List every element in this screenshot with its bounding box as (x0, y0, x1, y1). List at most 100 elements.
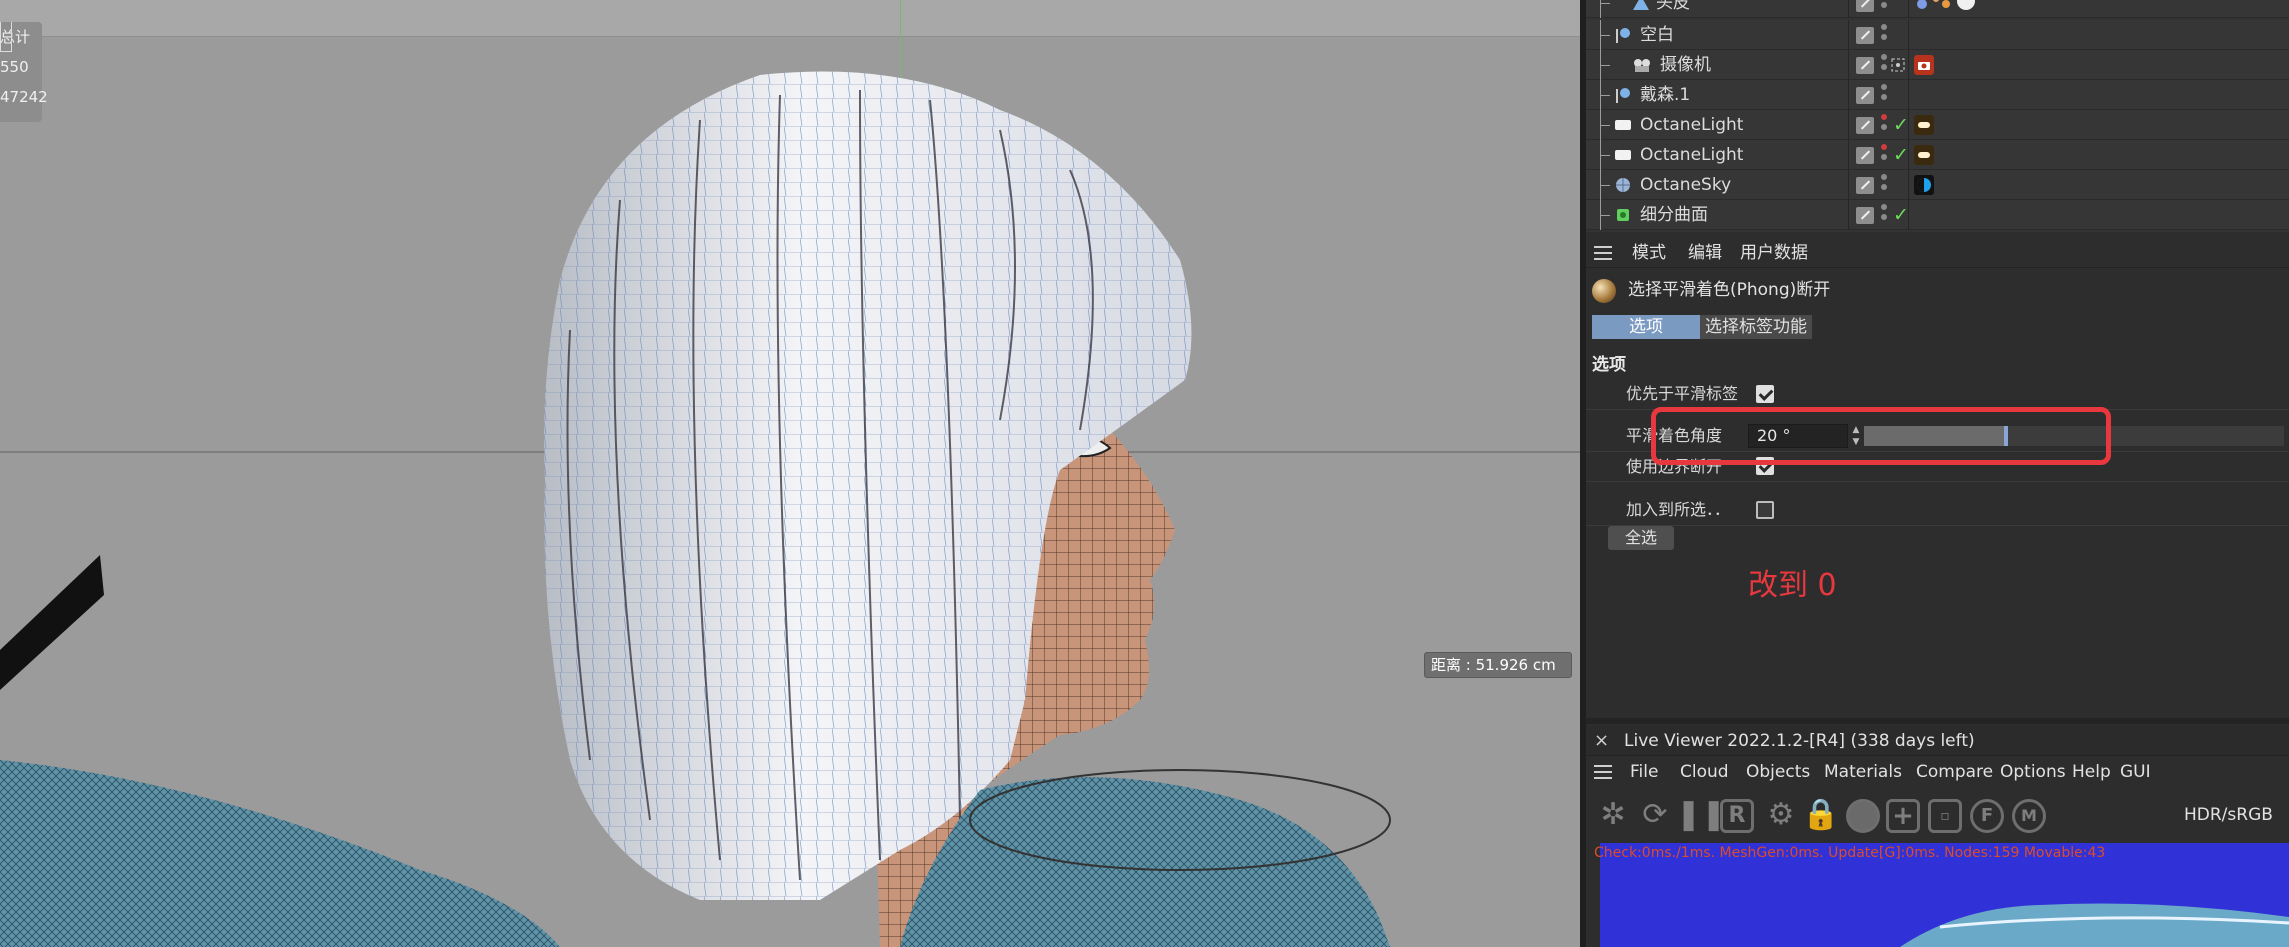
right-panel: 头皮 空白 摄像机 戴森.1 OctaneLight ✓ OctaneLight… (1586, 0, 2289, 947)
menu-materials[interactable]: Materials (1824, 757, 1902, 787)
object-row[interactable]: OctaneLight ✓ (1586, 140, 2289, 170)
send-scene-icon[interactable]: ✲ (1594, 796, 1632, 834)
dock-separator[interactable] (1586, 718, 2289, 724)
edit-toggle-icon[interactable] (1856, 147, 1874, 164)
edit-toggle-icon[interactable] (1856, 27, 1874, 44)
object-row[interactable]: 细分曲面 ✓ (1586, 200, 2289, 230)
hamburger-menu-icon[interactable] (1594, 765, 1612, 779)
close-icon[interactable]: × (1594, 726, 1609, 756)
select-all-button[interactable]: 全选 (1608, 526, 1674, 550)
area-light-icon (1615, 120, 1631, 130)
object-row[interactable]: 空白 (1586, 20, 2289, 50)
prefer-smooth-label: 优先于平滑标签 (1626, 384, 1739, 403)
menu-compare[interactable]: Compare (1916, 757, 1993, 787)
null-object-icon (1616, 28, 1630, 43)
camera-object-icon (1634, 59, 1650, 72)
enabled-check-icon[interactable]: ✓ (1893, 114, 1909, 136)
render-status-text: Check:0ms./1ms. MeshGen:0ms. Update[G]:0… (1594, 845, 2106, 861)
polygon-object-icon (1633, 0, 1649, 10)
add-to-selection-checkbox[interactable] (1756, 501, 1774, 519)
annotation-text: 改到 0 (1748, 568, 1837, 603)
object-name: 摄像机 (1660, 55, 1711, 75)
prefer-smooth-row: 优先于平滑标签 (1586, 378, 2289, 410)
enabled-check-icon[interactable]: ✓ (1893, 144, 1909, 166)
null-object-icon (1616, 88, 1630, 103)
focus-picker-icon[interactable]: F (1970, 799, 2004, 833)
visibility-dots[interactable] (1881, 174, 1889, 196)
edit-toggle-icon[interactable] (1856, 117, 1874, 134)
light-tag-icon[interactable] (1914, 115, 1934, 135)
render-preview-object (1900, 903, 2289, 947)
section-title: 选项 (1592, 355, 1626, 375)
object-name: 戴森.1 (1640, 85, 1691, 105)
subdivision-surface-icon (1617, 209, 1629, 221)
visibility-dots[interactable] (1881, 144, 1889, 166)
menu-options[interactable]: Options (2000, 757, 2066, 787)
add-to-selection-label: 加入到所选．． (1626, 500, 1731, 519)
live-viewer-toolbar: ✲ ⟳ ❚❚ R ⚙ 🔒 + ▫ F M HDR/sRGB (1586, 790, 2289, 840)
camera-tag-icon[interactable] (1914, 55, 1934, 75)
object-name: OctaneSky (1640, 175, 1732, 195)
restart-render-icon[interactable]: ⟳ (1636, 796, 1674, 834)
edit-toggle-icon[interactable] (1856, 177, 1874, 194)
annotation-highlight-box (1651, 407, 2111, 465)
menu-cloud[interactable]: Cloud (1680, 757, 1729, 787)
edit-toggle-icon[interactable] (1856, 87, 1874, 104)
material-preview-icon[interactable] (1846, 799, 1880, 833)
sky-globe-icon (1616, 178, 1630, 192)
edit-toggle-icon[interactable] (1856, 57, 1874, 74)
object-row[interactable]: 头皮 (1586, 0, 2289, 18)
object-row[interactable]: 戴森.1 (1586, 80, 2289, 110)
lock-icon[interactable]: 🔒 (1802, 796, 1840, 834)
pause-icon[interactable]: ❚❚ (1676, 796, 1726, 834)
visibility-dots[interactable] (1881, 84, 1889, 106)
object-row[interactable]: OctaneLight ✓ (1586, 110, 2289, 140)
tree-connector (1594, 50, 1624, 80)
visibility-dots[interactable] (1881, 204, 1889, 226)
live-viewer-render[interactable]: Check:0ms./1ms. MeshGen:0ms. Update[G]:0… (1586, 843, 2289, 947)
tag-header: 选择平滑着色(Phong)断开 (1586, 272, 2289, 312)
object-row[interactable]: OctaneSky (1586, 170, 2289, 200)
prefer-smooth-checkbox[interactable] (1756, 385, 1774, 403)
add-to-selection-row: 加入到所选．． (1586, 494, 2289, 526)
color-mode-selector[interactable]: HDR/sRGB (2184, 796, 2273, 834)
menu-user-data[interactable]: 用户数据 (1740, 238, 1808, 268)
menu-gui[interactable]: GUI (2120, 757, 2151, 787)
visibility-dots[interactable] (1881, 54, 1889, 76)
tab-options[interactable]: 选项 (1592, 315, 1700, 339)
visibility-dots[interactable] (1881, 24, 1889, 46)
edit-toggle-icon[interactable] (1856, 207, 1874, 224)
area-light-icon (1615, 150, 1631, 160)
menu-file[interactable]: File (1630, 757, 1658, 787)
menu-mode[interactable]: 模式 (1632, 238, 1666, 268)
3d-viewport[interactable]: 总计 550 47242 距离 : 51.926 cm (0, 0, 1580, 947)
region-render-icon[interactable]: R (1720, 799, 1754, 833)
tag-title: 选择平滑着色(Phong)断开 (1628, 280, 1831, 300)
menu-edit[interactable]: 编辑 (1688, 238, 1722, 268)
enabled-check-icon[interactable]: ✓ (1893, 204, 1909, 226)
visibility-dots[interactable] (1881, 114, 1889, 136)
tree-connector (1594, 0, 1624, 18)
menu-help[interactable]: Help (2072, 757, 2111, 787)
menu-objects[interactable]: Objects (1746, 757, 1810, 787)
object-name: OctaneLight (1640, 145, 1744, 165)
region-box-icon[interactable]: ▫ (1928, 799, 1962, 833)
light-tag-icon[interactable] (1914, 145, 1934, 165)
sphere-tags-icon[interactable] (1914, 0, 1994, 13)
settings-gear-icon[interactable]: ⚙ (1762, 796, 1800, 834)
object-name: 空白 (1640, 25, 1674, 45)
phong-tag-icon (1592, 279, 1616, 303)
tab-selection-tag-functions[interactable]: 选择标签功能 (1700, 315, 1812, 339)
hamburger-menu-icon[interactable] (1594, 246, 1612, 260)
object-row[interactable]: 摄像机 (1586, 50, 2289, 80)
visibility-dots[interactable] (1881, 0, 1889, 14)
stats-polygons: 47242 (0, 88, 48, 106)
add-icon[interactable]: + (1886, 799, 1920, 833)
material-picker-icon[interactable]: M (2012, 799, 2046, 833)
edit-toggle-icon[interactable] (1856, 0, 1874, 12)
sky-tag-icon[interactable] (1914, 175, 1934, 195)
object-name: 细分曲面 (1640, 205, 1708, 225)
target-icon (1891, 58, 1905, 72)
scene-stats-panel: 总计 550 47242 (0, 22, 48, 122)
character-model-render (0, 71, 1391, 947)
